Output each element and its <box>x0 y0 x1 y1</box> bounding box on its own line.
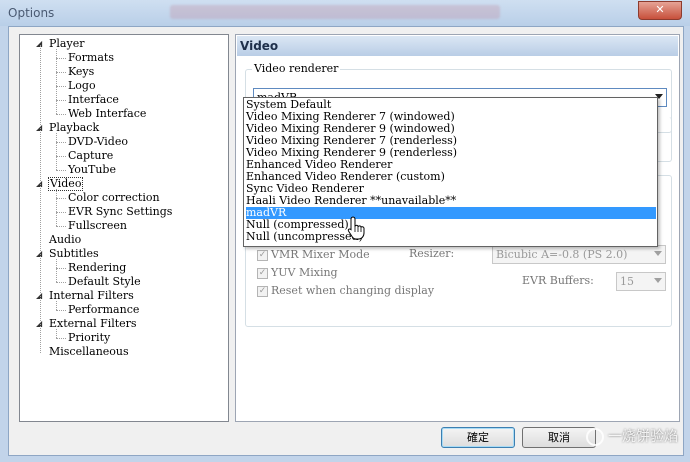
tree-connector <box>56 198 66 199</box>
tree-item-label: Miscellaneous <box>49 345 129 358</box>
tree-connector <box>56 58 66 59</box>
hand-cursor-icon <box>347 216 365 240</box>
yuv-mixing-checkbox[interactable]: ✓ <box>257 268 268 279</box>
options-tree[interactable]: ◢ Player Formats Keys Logo Interface Web Inter… <box>19 34 229 422</box>
tree-item-interface[interactable]: Interface <box>20 93 226 107</box>
tree-connector <box>56 329 57 338</box>
tree-item-label: EVR Sync Settings <box>68 205 173 218</box>
tree-item-keys[interactable]: Keys <box>20 65 226 79</box>
panel-header: Video <box>237 36 678 56</box>
tree-item-playback[interactable]: ◢ Playback <box>20 121 226 135</box>
tree-item-label: Capture <box>68 149 114 162</box>
tree-connector <box>56 142 66 143</box>
tree-connector <box>56 72 66 73</box>
chevron-down-icon <box>654 251 662 256</box>
close-button[interactable]: ✕ <box>638 1 682 20</box>
tree-item-label: Color correction <box>68 191 160 204</box>
evr-buffers-select[interactable]: 15 <box>616 272 666 291</box>
window-title: Options <box>8 6 55 20</box>
tree-item-label: Web Interface <box>68 107 147 120</box>
tree-item-web-interface[interactable]: Web Interface <box>20 107 226 121</box>
tree-connector <box>56 338 66 339</box>
tree-item-label: Interface <box>68 93 119 106</box>
tree-item-performance[interactable]: Performance <box>20 303 226 317</box>
tree-item-capture[interactable]: Capture <box>20 149 226 163</box>
evr-buffers-value: 15 <box>620 275 634 288</box>
tree-item-formats[interactable]: Formats <box>20 51 226 65</box>
tree-item-label: Internal Filters <box>49 289 134 302</box>
tree-item-label: DVD-Video <box>68 135 128 148</box>
tree-item-color-correction[interactable]: Color correction <box>20 191 226 205</box>
tree-connector <box>56 86 66 87</box>
dropdown-option[interactable]: Haali Video Renderer **unavailable** <box>246 195 656 207</box>
tree-item-priority[interactable]: Priority <box>20 331 226 345</box>
tree-connector <box>56 226 66 227</box>
wechat-logo-icon <box>586 428 604 446</box>
title-bar: Options ✕ <box>0 0 690 26</box>
tree-item-label: Audio <box>49 233 82 246</box>
resizer-select[interactable]: Bicubic A=-0.8 (PS 2.0) <box>492 245 666 264</box>
video-renderer-dropdown-list[interactable]: System Default Video Mixing Renderer 7 (w… <box>243 97 658 247</box>
cancel-button[interactable]: 取消 <box>522 427 596 448</box>
resizer-label: Resizer: <box>409 247 455 260</box>
tree-item-label: Priority <box>68 331 111 344</box>
tree-item-internal-filters[interactable]: ◢ Internal Filters <box>20 289 226 303</box>
tree-connector <box>56 100 66 101</box>
ok-button[interactable]: 確定 <box>441 427 515 448</box>
tree-connector <box>56 268 66 269</box>
tree-connector <box>56 114 66 115</box>
tree-item-miscellaneous[interactable]: Miscellaneous <box>20 345 226 359</box>
dropdown-option[interactable]: Null (uncompressed) <box>246 231 656 243</box>
tree-connector <box>56 259 57 282</box>
tree-item-fullscreen[interactable]: Fullscreen <box>20 219 226 233</box>
vmr-mixer-mode-label: VMR Mixer Mode <box>271 248 370 261</box>
yuv-mixing-label: YUV Mixing <box>271 266 338 279</box>
tree-connector <box>56 310 66 311</box>
tree-item-label: Rendering <box>68 261 127 274</box>
watermark-text: 一烧饼验焰 <box>608 429 678 445</box>
tree-item-rendering[interactable]: Rendering <box>20 261 226 275</box>
reset-display-checkbox[interactable]: ✓ <box>257 286 268 297</box>
vmr-mixer-mode-checkbox[interactable]: ✓ <box>257 250 268 261</box>
tree-item-label: External Filters <box>49 317 137 330</box>
blurred-background-window <box>170 5 500 19</box>
tree-item-dvd-video[interactable]: DVD-Video <box>20 135 226 149</box>
tree-connector <box>56 301 57 310</box>
resizer-value: Bicubic A=-0.8 (PS 2.0) <box>496 248 628 261</box>
tree-item-label: Performance <box>68 303 140 316</box>
evr-buffers-label: EVR Buffers: <box>522 274 594 287</box>
tree-connector <box>56 156 66 157</box>
tree-item-label: Formats <box>68 51 114 64</box>
tree-item-label: Player <box>49 37 85 50</box>
reset-display-label: Reset when changing display <box>271 284 435 297</box>
tree-item-player[interactable]: ◢ Player <box>20 37 226 51</box>
tree-item-label: Default Style <box>68 275 141 288</box>
tree-item-evr-sync-settings[interactable]: EVR Sync Settings <box>20 205 226 219</box>
tree-item-label: Fullscreen <box>68 219 127 232</box>
tree-item-subtitles[interactable]: ◢ Subtitles <box>20 247 226 261</box>
tree-item-label: Keys <box>68 65 95 78</box>
video-renderer-group-label: Video renderer <box>252 62 341 75</box>
tree-item-label: Logo <box>68 79 96 92</box>
tree-item-default-style[interactable]: Default Style <box>20 275 226 289</box>
tree-connector <box>56 170 66 171</box>
tree-item-audio[interactable]: Audio <box>20 233 226 247</box>
chevron-down-icon <box>654 278 662 283</box>
tree-item-video[interactable]: ◢ Video <box>20 177 226 191</box>
tree-connector <box>56 49 57 114</box>
watermark: 一烧饼验焰 <box>586 426 678 446</box>
tree-connector <box>56 133 57 170</box>
tree-connector <box>56 212 66 213</box>
tree-item-youtube[interactable]: YouTube <box>20 163 226 177</box>
tree-connector <box>40 45 41 353</box>
tree-item-external-filters[interactable]: ◢ External Filters <box>20 317 226 331</box>
tree-connector <box>56 189 57 226</box>
tree-item-label: Video <box>48 177 84 191</box>
tree-item-logo[interactable]: Logo <box>20 79 226 93</box>
tree-item-label: YouTube <box>68 163 116 176</box>
tree-connector <box>56 282 66 283</box>
